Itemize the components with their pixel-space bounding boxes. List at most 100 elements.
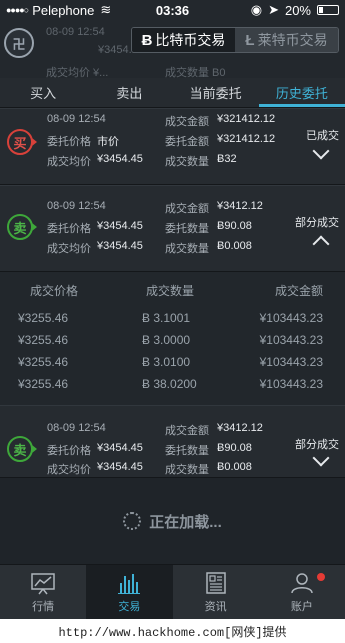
- nav-label: 账户: [290, 600, 313, 613]
- fill-qty: Ƀ 3.0100: [142, 355, 191, 369]
- segment-label: 比特币交易: [155, 32, 226, 48]
- trade-tabs: 买入 卖出 当前委托 历史委托: [0, 78, 345, 108]
- avg-label: 成交均价: [47, 464, 91, 476]
- sell-side-badge: 卖: [7, 214, 37, 240]
- fill-qty: Ƀ 3.1001: [142, 311, 191, 325]
- amount-value: Ƀ90.08: [217, 220, 252, 232]
- fill-qty: Ƀ 38.0200: [142, 377, 197, 391]
- nav-label: 资讯: [204, 600, 227, 613]
- fill-price: ¥3255.46: [18, 377, 69, 391]
- order-time: 08-09 12:54: [47, 200, 106, 212]
- order-card[interactable]: 卖 08-09 12:54 成交金额 ¥3412.12 委托价格 ¥3454.4…: [0, 405, 345, 478]
- avg-label: 成交均价: [47, 156, 91, 168]
- nav-news[interactable]: 资讯: [173, 565, 259, 619]
- price-label: 委托价格: [47, 223, 91, 235]
- deal-amount-value: ¥3412.12: [217, 200, 263, 212]
- fill-amount: ¥103443.23: [259, 377, 323, 391]
- segment-btc-trade[interactable]: Ƀ 比特币交易: [132, 28, 235, 52]
- nav-market[interactable]: 行情: [0, 565, 86, 619]
- fill-price: ¥3255.46: [18, 333, 69, 347]
- price-value: 市价: [97, 136, 119, 148]
- bottom-nav: 行情 交易 资讯 账户: [0, 564, 345, 619]
- coin-segmented-control: Ƀ 比特币交易 Ł 莱特币交易: [131, 27, 339, 53]
- price-label: 委托价格: [47, 445, 91, 457]
- segment-ltc-trade[interactable]: Ł 莱特币交易: [235, 28, 338, 52]
- nav-label: 行情: [32, 600, 55, 613]
- lock-rotation-icon: ◉: [250, 2, 263, 17]
- ghost-text: 08-09 12:54: [46, 26, 105, 38]
- order-status: 已成交: [306, 130, 339, 142]
- app-logo-icon: 卍: [4, 28, 34, 58]
- order-card[interactable]: 卖 08-09 12:54 成交金额 ¥3412.12 委托价格 ¥3454.4…: [0, 185, 345, 272]
- app-screen: ●●●●○ Pelephone ≋ 03:36 ◉ ➤ 20% 卍 08-09 …: [0, 0, 345, 643]
- sell-side-badge: 卖: [7, 436, 37, 462]
- order-status: 部分成交: [295, 217, 339, 229]
- fill-price: ¥3255.46: [18, 355, 69, 369]
- ghost-text: 成交均价 ¥...: [46, 67, 109, 78]
- avg-value: ¥3454.45: [97, 461, 143, 473]
- fill-amount: ¥103443.23: [259, 355, 323, 369]
- amount-value: ¥321412.12: [217, 133, 276, 145]
- segment-label: 莱特币交易: [257, 32, 328, 48]
- amount-value: Ƀ90.08: [217, 442, 252, 454]
- nav-account[interactable]: 账户: [259, 565, 345, 619]
- order-time: 08-09 12:54: [47, 422, 106, 434]
- status-bar: ●●●●○ Pelephone ≋ 03:36 ◉ ➤ 20%: [0, 0, 345, 20]
- fills-table: 成交价格 成交数量 成交金额 ¥3255.46 Ƀ 3.1001 ¥103443…: [0, 272, 345, 405]
- amount-label: 委托数量: [165, 445, 209, 457]
- watermark-text: http://www.hackhome.com[网侠]提供: [0, 619, 345, 643]
- order-card[interactable]: 买 08-09 12:54 成交金额 ¥321412.12 委托价格 市价 委托…: [0, 108, 345, 185]
- deal-amount-value: ¥3412.12: [217, 422, 263, 434]
- litecoin-icon: Ł: [245, 31, 255, 49]
- avg-value: ¥3454.45: [97, 240, 143, 252]
- bars-icon: [118, 573, 141, 594]
- battery-icon: [317, 5, 339, 15]
- amount-label: 委托数量: [165, 223, 209, 235]
- deal-amount-label: 成交金额: [165, 116, 209, 128]
- battery-percent: 20%: [284, 2, 311, 18]
- qty-label: 成交数量: [165, 243, 209, 255]
- user-icon: [291, 572, 313, 593]
- loading-indicator: 正在加载...: [0, 478, 345, 564]
- qty-value: Ƀ0.008: [217, 461, 252, 473]
- bitcoin-icon: Ƀ: [141, 31, 153, 49]
- tab-order-history[interactable]: 历史委托: [258, 78, 345, 107]
- deal-amount-label: 成交金额: [165, 425, 209, 437]
- spinner-icon: [123, 512, 142, 530]
- price-value: ¥3454.45: [97, 442, 143, 454]
- avg-label: 成交均价: [47, 243, 91, 255]
- fill-amount: ¥103443.23: [259, 311, 323, 325]
- notification-dot: [317, 573, 325, 581]
- fills-col-qty: 成交数量: [146, 284, 195, 298]
- expand-chevron-icon[interactable]: [312, 142, 330, 160]
- location-icon: ➤: [268, 2, 279, 17]
- nav-label: 交易: [118, 600, 141, 613]
- news-icon: [205, 571, 226, 594]
- deal-amount-value: ¥321412.12: [217, 113, 276, 125]
- qty-value: Ƀ0.008: [217, 240, 252, 252]
- nav-trade[interactable]: 交易: [86, 565, 173, 619]
- order-status: 部分成交: [295, 439, 339, 451]
- chart-icon: [31, 572, 55, 594]
- fills-col-amount: 成交金额: [274, 284, 323, 298]
- tab-buy[interactable]: 买入: [0, 78, 86, 107]
- collapse-chevron-icon[interactable]: [312, 235, 330, 253]
- fill-amount: ¥103443.23: [259, 333, 323, 347]
- avg-value: ¥3454.45: [97, 153, 143, 165]
- tab-sell[interactable]: 卖出: [86, 78, 172, 107]
- qty-value: Ƀ32: [217, 153, 237, 165]
- buy-side-badge: 买: [7, 129, 37, 155]
- price-value: ¥3454.45: [97, 220, 143, 232]
- fills-col-price: 成交价格: [30, 284, 79, 298]
- price-label: 委托价格: [47, 136, 91, 148]
- fill-qty: Ƀ 3.0000: [142, 333, 191, 347]
- amount-label: 委托金额: [165, 136, 209, 148]
- expand-chevron-icon[interactable]: [312, 449, 330, 467]
- tab-current-orders[interactable]: 当前委托: [173, 78, 259, 107]
- loading-text: 正在加载...: [149, 513, 222, 531]
- order-time: 08-09 12:54: [47, 113, 106, 125]
- qty-label: 成交数量: [165, 156, 209, 168]
- fill-price: ¥3255.46: [18, 311, 69, 325]
- qty-label: 成交数量: [165, 464, 209, 476]
- deal-amount-label: 成交金额: [165, 203, 209, 215]
